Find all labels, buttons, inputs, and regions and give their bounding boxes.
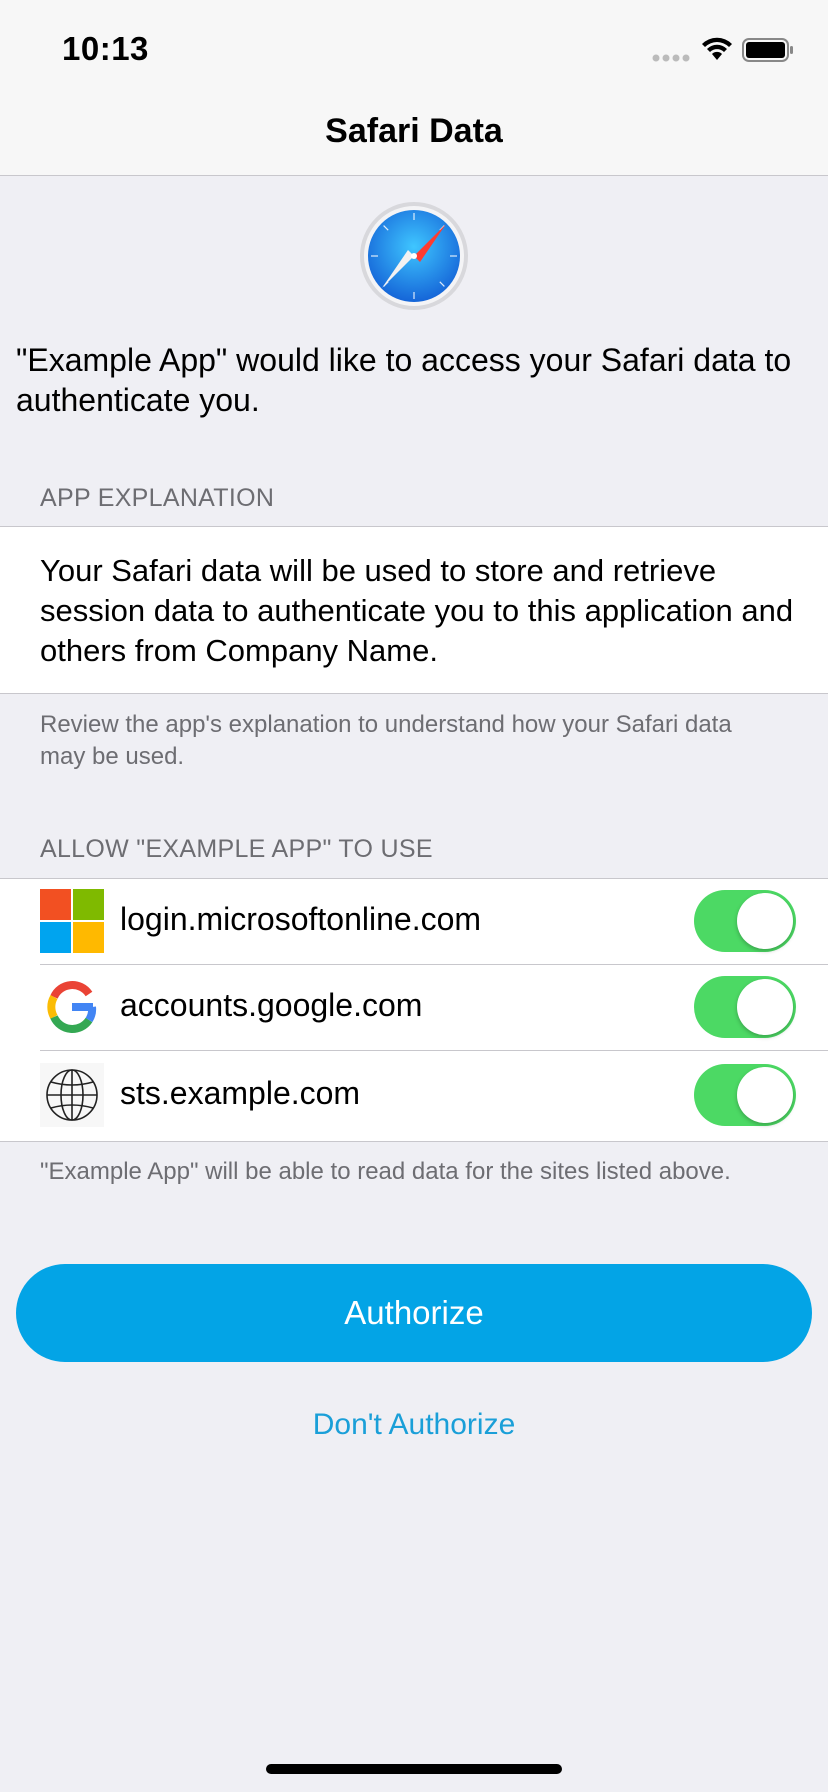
site-row-example: sts.example.com [0, 1053, 828, 1139]
dont-authorize-button[interactable]: Don't Authorize [0, 1408, 828, 1442]
site-label: login.microsoftonline.com [120, 901, 482, 937]
google-logo-icon [47, 981, 97, 1033]
site-row-google: accounts.google.com [0, 965, 828, 1051]
explanation-section-header: APP EXPLANATION [40, 484, 275, 512]
explanation-footnote: Review the app's explanation to understa… [40, 711, 732, 770]
safari-icon [360, 202, 468, 310]
toggle-knob [737, 1067, 793, 1123]
globe-icon [40, 1063, 104, 1127]
site-label: sts.example.com [120, 1075, 361, 1111]
sites-footnote: "Example App" will be able to read data … [40, 1158, 731, 1185]
wifi-icon [702, 37, 732, 60]
sites-list: login.microsoftonline.com accounts.googl… [0, 878, 828, 1142]
status-time: 10:13 [62, 30, 149, 67]
toggle-knob [737, 893, 793, 949]
nav-bar: Safari Data [0, 96, 828, 176]
sites-section-header: ALLOW "EXAMPLE APP" TO USE [40, 835, 433, 863]
intro-text: "Example App" would like to access your … [16, 342, 792, 418]
cellular-signal-icon [652, 54, 690, 62]
explanation-card: Your Safari data will be used to store a… [0, 526, 828, 694]
site-toggle-example[interactable] [694, 1064, 796, 1126]
microsoft-logo-icon [40, 889, 104, 953]
site-toggle-google[interactable] [694, 976, 796, 1038]
site-row-microsoft: login.microsoftonline.com [0, 879, 828, 965]
battery-icon [742, 38, 793, 62]
home-indicator [266, 1764, 562, 1774]
explanation-text: Your Safari data will be used to store a… [40, 553, 794, 668]
page-title: Safari Data [325, 112, 503, 150]
site-label: accounts.google.com [120, 987, 423, 1023]
toggle-knob [737, 979, 793, 1035]
status-bar: 10:13 [0, 0, 828, 96]
site-toggle-microsoft[interactable] [694, 890, 796, 952]
authorize-button[interactable]: Authorize [16, 1264, 812, 1362]
